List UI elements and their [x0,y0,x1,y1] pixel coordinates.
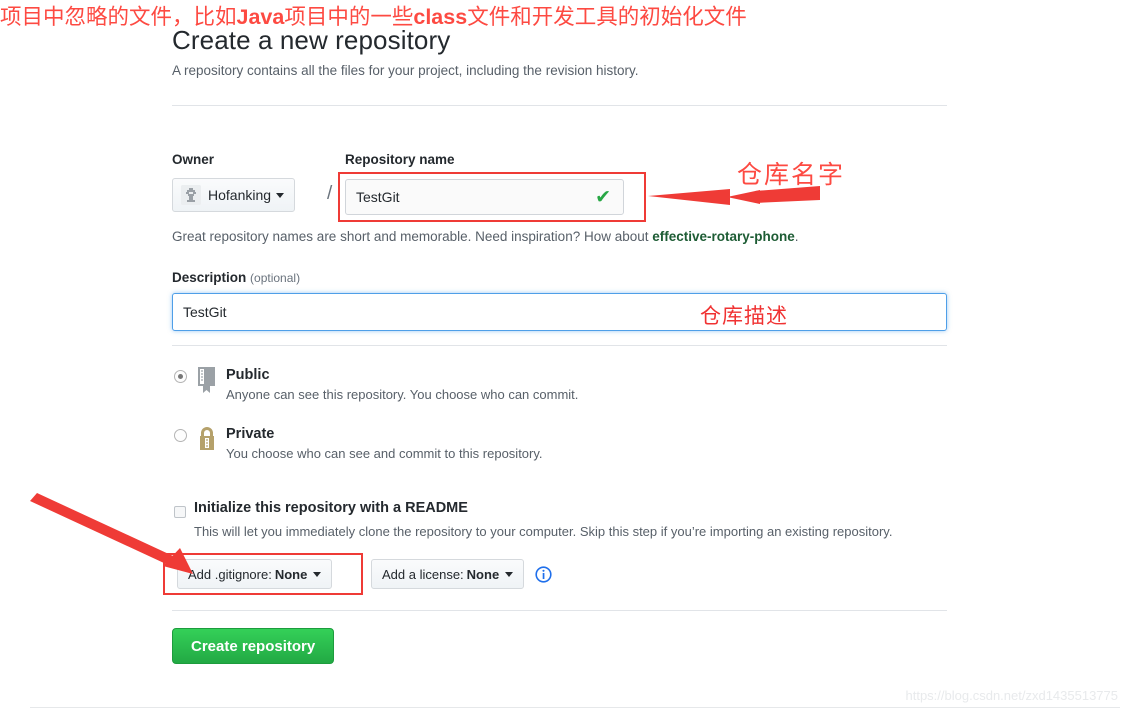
chevron-down-icon [505,571,514,577]
owner-select-wrap: Hofanking [172,178,296,212]
repository-name-label-wrap: Repository name [345,152,455,168]
radio-public[interactable] [174,370,187,383]
repository-name-label: Repository name [345,152,455,167]
check-icon: ✔ [595,186,611,208]
gitignore-dropdown-button[interactable]: Add .gitignore: None [177,559,333,589]
page-subtitle: A repository contains all the files for … [172,63,639,78]
private-title: Private [226,426,275,442]
owner-label: Owner [172,152,215,167]
divider-bottom [172,610,947,611]
page-header: Create a new repository A repository con… [172,24,947,80]
description-optional: (optional) [250,271,301,285]
annotation-description-note: 仓库描述 [700,304,788,328]
lock-icon [196,425,218,458]
repository-name-input[interactable]: TestGit ✔ [345,179,624,215]
annotation-repo-name-note: 仓库名字 [737,160,846,189]
page-title: Create a new repository [172,25,451,55]
license-value: None [466,566,500,582]
repository-name-value: TestGit [356,189,400,205]
annotation-arrows [30,186,820,574]
license-dropdown-button[interactable]: Add a license: None [371,559,525,589]
public-description: Anyone can see this repository. You choo… [226,387,579,402]
readme-checkbox[interactable] [174,506,186,518]
visibility-option-public[interactable]: Public Anyone can see this repository. Y… [172,366,772,411]
description-label-wrap: Description (optional) [172,270,300,286]
suggested-name-link[interactable]: effective-rotary-phone [652,229,795,244]
description-label: Description (optional) [172,270,301,285]
owner-name: Hofanking [208,187,272,203]
arrow-to-gitignore [30,493,193,574]
readme-description: This will let you immediately clone the … [194,524,893,539]
radio-private[interactable] [174,429,187,442]
owner-label-wrap: Owner [172,152,214,168]
watermark: https://blog.csdn.net/zxd1435513775 [905,688,1119,703]
info-icon[interactable] [535,566,552,588]
public-title: Public [226,367,270,383]
private-description: You choose who can see and commit to thi… [226,446,543,461]
chevron-down-icon [313,571,322,577]
description-value: TestGit [183,304,227,320]
divider-middle [172,345,947,346]
hint-suffix: . [794,229,799,244]
create-repository-page: Create a new repository A repository con… [0,0,1126,714]
description-input[interactable]: TestGit [172,293,947,331]
divider-top [172,105,947,106]
gitignore-value: None [274,566,308,582]
chevron-down-icon [276,192,285,198]
hint-prefix: Great repository names are short and mem… [172,229,653,244]
owner-repo-separator: / [327,183,333,204]
visibility-option-private[interactable]: Private You choose who can see and commi… [172,425,772,470]
readme-title: Initialize this repository with a README [194,500,468,516]
avatar [181,185,201,205]
footer-divider [30,707,1120,708]
owner-dropdown-button[interactable]: Hofanking [172,178,296,212]
book-icon [196,366,218,399]
gitignore-prefix: Add .gitignore: [188,566,272,582]
license-prefix: Add a license: [382,566,464,582]
create-repository-button[interactable]: Create repository [172,628,335,664]
repository-name-hint: Great repository names are short and mem… [172,228,799,246]
